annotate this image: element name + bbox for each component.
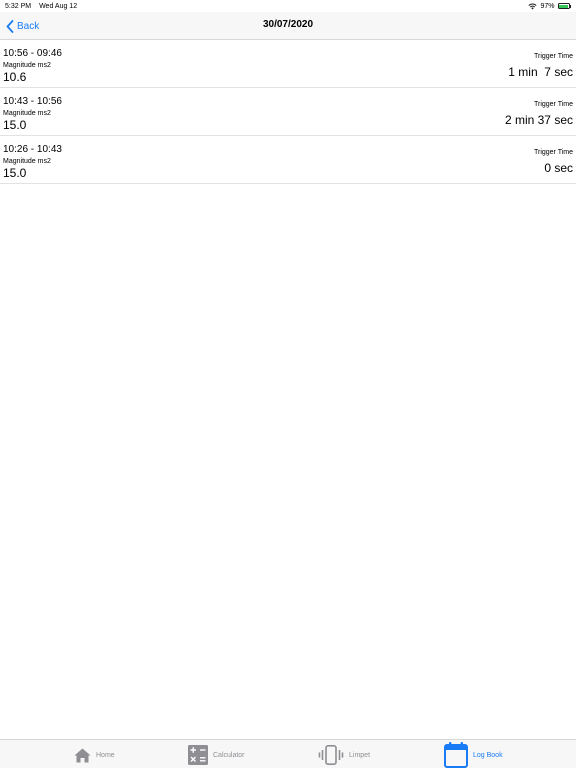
- calendar-icon: [444, 742, 468, 768]
- log-entry[interactable]: 10:56 - 09:46 Magnitude ms2 10.6 Trigger…: [0, 40, 576, 88]
- page-title: 30/07/2020: [262, 19, 314, 30]
- tab-label: Log Book: [473, 751, 503, 759]
- magnitude-value: 15.0: [3, 166, 27, 180]
- tab-home[interactable]: Home: [74, 742, 115, 768]
- trigger-time-value: 0 sec: [544, 161, 573, 175]
- tab-limpet[interactable]: Limpet: [318, 742, 370, 768]
- status-date: Wed Aug 12: [39, 2, 78, 10]
- tab-log-book[interactable]: Log Book: [444, 742, 503, 768]
- magnitude-label: Magnitude ms2: [3, 62, 51, 69]
- trigger-time-value: 2 min 37 sec: [504, 113, 573, 127]
- battery-body: [557, 3, 570, 9]
- battery-percent: 97%: [540, 2, 555, 10]
- trigger-time-label: Trigger Time: [533, 53, 573, 60]
- trigger-time-value: 1 min 7 sec: [508, 65, 573, 79]
- magnitude-label: Magnitude ms2: [3, 110, 51, 117]
- magnitude-value: 10.6: [3, 70, 27, 84]
- calculator-icon: [188, 745, 208, 765]
- tab-bar: Home Calculator Limpet Log Book: [0, 739, 576, 768]
- trigger-time-label: Trigger Time: [533, 101, 573, 108]
- magnitude-label: Magnitude ms2: [3, 158, 51, 165]
- status-time: 5:32 PM: [5, 2, 32, 10]
- status-left: 5:32 PM Wed Aug 12: [5, 3, 77, 10]
- tab-calculator[interactable]: Calculator: [188, 742, 245, 768]
- trigger-time-label: Trigger Time: [533, 149, 573, 156]
- time-range: 10:26 - 10:43: [3, 144, 62, 155]
- wifi-icon: [528, 3, 538, 9]
- tab-label: Home: [96, 751, 115, 759]
- battery-tip: [570, 4, 571, 8]
- vibration-icon: [318, 745, 344, 765]
- time-range: 10:56 - 09:46: [3, 48, 62, 59]
- tab-label: Calculator: [213, 751, 245, 759]
- log-entry[interactable]: 10:43 - 10:56 Magnitude ms2 15.0 Trigger…: [0, 88, 576, 136]
- battery-fill: [559, 4, 568, 8]
- status-bar: 5:32 PM Wed Aug 12 97%: [0, 0, 576, 12]
- log-entry[interactable]: 10:26 - 10:43 Magnitude ms2 15.0 Trigger…: [0, 136, 576, 184]
- navigation-bar: Back 30/07/2020: [0, 12, 576, 40]
- magnitude-value: 15.0: [3, 118, 27, 132]
- home-icon: [74, 748, 91, 762]
- time-range: 10:43 - 10:56: [3, 96, 62, 107]
- status-right: 97%: [528, 3, 571, 10]
- log-list: 10:56 - 09:46 Magnitude ms2 10.6 Trigger…: [0, 40, 576, 184]
- tab-label: Limpet: [349, 751, 371, 759]
- battery-icon: [557, 3, 571, 9]
